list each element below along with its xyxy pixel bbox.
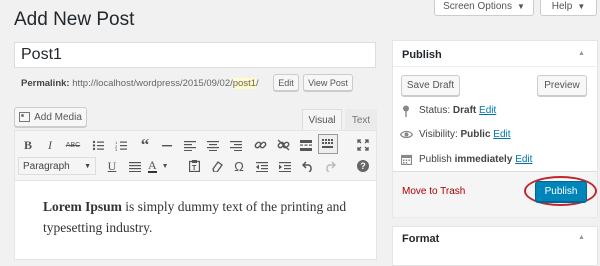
publish-time-row: Publish immediately Edit <box>419 154 532 165</box>
add-media-button[interactable]: Add Media <box>14 107 87 127</box>
format-select[interactable]: Paragraph ▼ <box>18 157 96 175</box>
undo-icon[interactable] <box>298 157 318 175</box>
preview-label: Preview <box>544 80 580 91</box>
italic-icon[interactable]: I <box>40 136 60 154</box>
format-box <box>392 226 598 266</box>
chevron-down-icon: ▼ <box>577 2 586 11</box>
publish-time-edit-link[interactable]: Edit <box>515 154 532 165</box>
tab-text-label: Text <box>351 114 371 126</box>
horizontal-line-icon[interactable] <box>157 136 177 154</box>
caret-down-icon: ▼ <box>161 162 169 170</box>
align-left-icon[interactable] <box>180 136 200 154</box>
permalink-edit-label: Edit <box>278 77 294 88</box>
collapse-arrow-icon[interactable]: ▲ <box>578 234 585 241</box>
bullet-list-icon[interactable] <box>88 136 108 154</box>
permalink-label: Permalink: <box>21 78 70 89</box>
tab-visual-label: Visual <box>308 115 336 126</box>
chevron-down-icon: ▼ <box>517 2 525 11</box>
remove-link-icon[interactable] <box>273 136 293 154</box>
visibility-edit-link[interactable]: Edit <box>493 129 510 140</box>
read-more-icon[interactable] <box>296 136 316 154</box>
post-title-input[interactable]: Post1 <box>14 42 376 68</box>
help-button[interactable]: Help ▼ <box>540 0 597 16</box>
eye-icon <box>400 129 413 140</box>
calendar-icon <box>401 153 412 165</box>
collapse-arrow-icon[interactable]: ▲ <box>578 50 585 57</box>
publish-time-label: Publish <box>419 154 452 165</box>
add-media-label: Add Media <box>34 111 82 123</box>
insert-link-icon[interactable] <box>250 136 270 154</box>
editor-content[interactable]: Lorem Ipsum is simply dummy text of the … <box>43 196 348 238</box>
underline-icon[interactable]: U <box>102 157 122 175</box>
svg-text:3: 3 <box>115 147 118 151</box>
justify-icon[interactable] <box>125 157 145 175</box>
screen-options-button[interactable]: Screen Options ▼ <box>434 0 534 16</box>
view-post-label: View Post <box>308 77 348 88</box>
help-icon[interactable]: ? <box>353 157 373 175</box>
permalink-base: http://localhost/wordpress/2015/09/02/ <box>72 78 233 89</box>
text-color-icon[interactable]: A ▼ <box>148 157 180 175</box>
bold-icon[interactable]: B <box>18 136 38 154</box>
special-character-icon[interactable]: Ω <box>229 157 249 175</box>
align-right-icon[interactable] <box>226 136 246 154</box>
indent-icon[interactable] <box>275 157 295 175</box>
move-to-trash-link[interactable]: Move to Trash <box>402 186 465 197</box>
paste-text-icon[interactable]: T <box>184 157 204 175</box>
help-label: Help <box>551 1 573 12</box>
clear-formatting-icon[interactable] <box>207 157 227 175</box>
blockquote-icon[interactable]: “ <box>135 135 155 154</box>
strikethrough-icon[interactable]: ABC <box>63 136 83 154</box>
status-row: Status: Draft Edit <box>419 105 496 116</box>
publish-button[interactable]: Publish <box>535 181 587 202</box>
publish-button-label: Publish <box>544 186 578 197</box>
pin-icon <box>401 104 411 117</box>
publish-time-value: immediately <box>454 154 513 165</box>
permalink-slug[interactable]: post1 <box>232 78 257 89</box>
align-center-icon[interactable] <box>203 136 223 154</box>
visibility-row: Visibility: Public Edit <box>419 129 511 140</box>
publish-box-divider <box>393 66 597 67</box>
fullscreen-icon[interactable] <box>353 136 373 154</box>
tab-text[interactable]: Text <box>345 109 377 131</box>
page-title: Add New Post <box>14 9 135 30</box>
tab-visual[interactable]: Visual <box>302 109 342 131</box>
publish-box-title: Publish <box>402 49 442 61</box>
svg-text:T: T <box>192 165 197 172</box>
view-post-button[interactable]: View Post <box>303 74 353 91</box>
save-draft-label: Save Draft <box>406 80 455 91</box>
screen-options-label: Screen Options <box>443 1 512 12</box>
media-icon <box>19 112 31 122</box>
format-select-value: Paragraph <box>23 160 70 172</box>
toolbar-toggle-icon[interactable] <box>318 134 338 154</box>
save-draft-button[interactable]: Save Draft <box>401 75 460 96</box>
numbered-list-icon[interactable]: 123 <box>111 136 131 154</box>
preview-button[interactable]: Preview <box>537 75 587 96</box>
visibility-value: Public <box>460 129 491 140</box>
visibility-label: Visibility: <box>419 129 458 140</box>
status-label: Status: <box>419 105 451 116</box>
status-edit-link[interactable]: Edit <box>479 105 496 116</box>
permalink-row: Permalink: http://localhost/wordpress/20… <box>21 78 259 89</box>
post-title-value: Post1 <box>21 46 62 63</box>
redo-icon[interactable] <box>320 157 340 175</box>
format-box-title: Format <box>402 233 440 245</box>
status-value: Draft <box>452 105 477 116</box>
permalink-edit-button[interactable]: Edit <box>273 74 299 91</box>
permalink-tail: / <box>256 78 259 89</box>
outdent-icon[interactable] <box>252 157 272 175</box>
caret-down-icon: ▼ <box>84 162 91 170</box>
content-bold-text: Lorem Ipsum <box>43 199 122 214</box>
